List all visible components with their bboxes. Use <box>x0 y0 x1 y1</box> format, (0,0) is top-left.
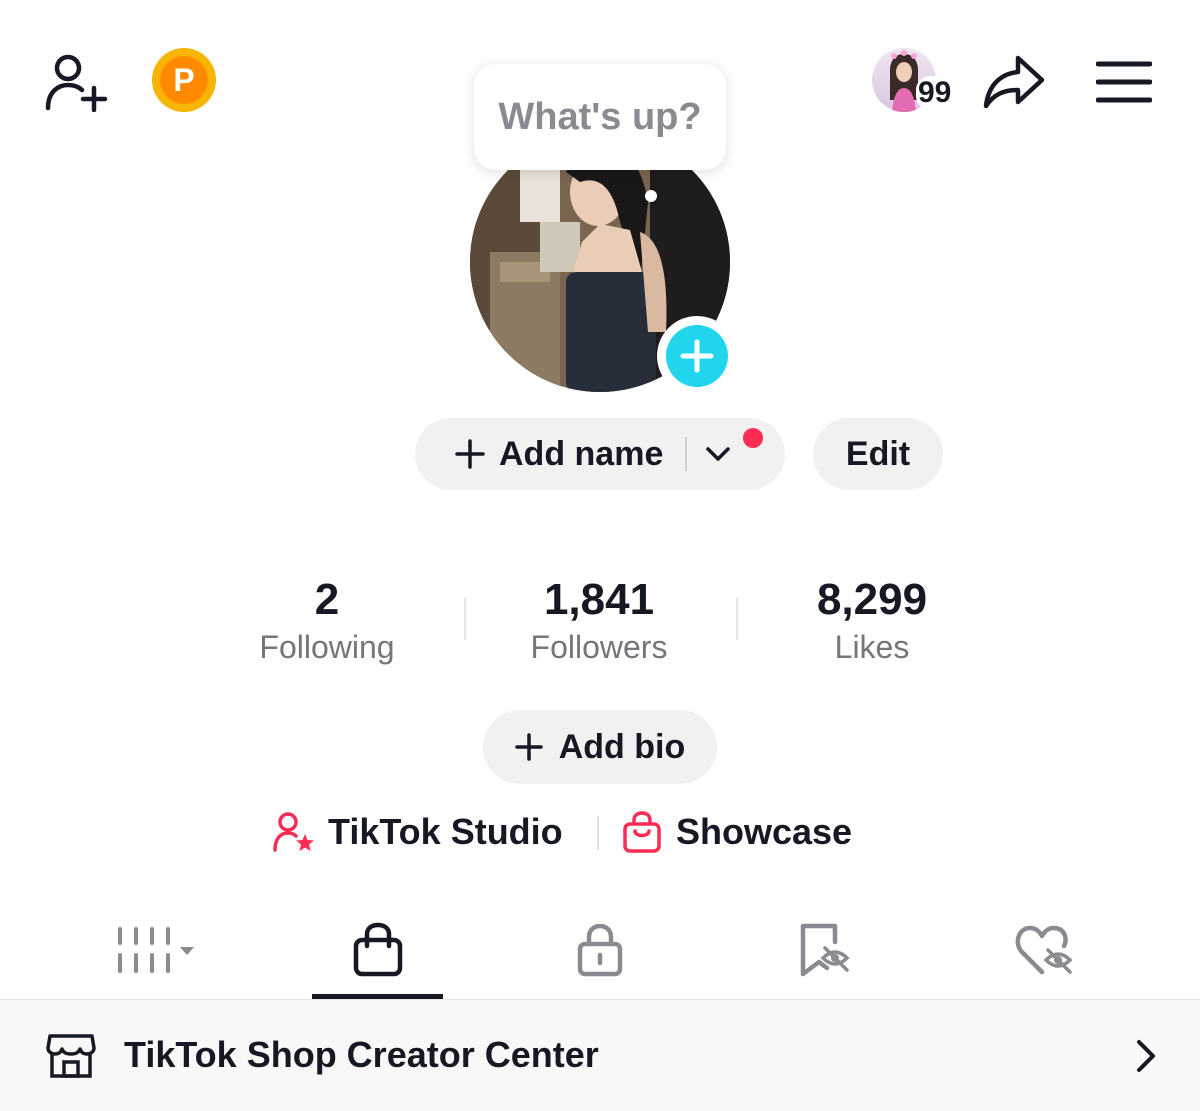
showcase-bag-icon <box>623 811 661 853</box>
creator-center-row[interactable]: TikTok Shop Creator Center <box>0 1000 1200 1111</box>
status-bubble-text: What's up? <box>498 95 702 138</box>
stat-divider <box>464 598 466 640</box>
tiktok-studio-label: TikTok Studio <box>328 811 563 852</box>
stat-value: 1,841 <box>543 575 655 624</box>
status-bubble-tail <box>645 190 657 202</box>
person-plus-icon <box>45 54 108 112</box>
plus-icon <box>455 439 485 469</box>
lock-icon <box>577 923 623 977</box>
showcase-label: Showcase <box>676 811 853 852</box>
share-arrow-icon <box>983 55 1045 109</box>
tools-divider <box>597 816 599 850</box>
share-button[interactable] <box>982 52 1046 110</box>
tab-saved[interactable] <box>770 910 880 990</box>
grid-videos-icon <box>118 927 194 973</box>
menu-button[interactable] <box>1096 60 1152 104</box>
notification-count-badge: 99 <box>916 76 954 110</box>
creator-center-label: TikTok Shop Creator Center <box>124 1034 599 1075</box>
points-coin-button[interactable]: P <box>152 48 216 112</box>
add-friend-button[interactable] <box>44 52 110 112</box>
tab-videos[interactable] <box>100 910 210 990</box>
stat-likes[interactable]: 8,299 Likes <box>752 574 992 668</box>
stat-following[interactable]: 2 Following <box>207 574 447 668</box>
chevron-down-icon[interactable] <box>705 445 731 463</box>
stat-label: Followers <box>530 629 668 665</box>
add-story-button[interactable] <box>657 316 737 396</box>
stat-followers[interactable]: 1,841 Followers <box>479 574 719 668</box>
edit-profile-button[interactable]: Edit <box>813 418 943 490</box>
stat-value: 8,299 <box>816 575 928 624</box>
storefront-icon <box>46 1034 96 1078</box>
chevron-right-icon <box>1137 1040 1155 1072</box>
tab-private[interactable] <box>545 910 655 990</box>
new-indicator-dot <box>743 428 763 448</box>
studio-person-star-icon <box>273 812 314 852</box>
hamburger-menu-icon <box>1096 61 1152 103</box>
plus-icon-circle <box>666 325 728 387</box>
plus-icon <box>514 733 543 761</box>
showcase-link[interactable]: Showcase <box>622 810 852 854</box>
points-coin-icon: P <box>160 56 208 104</box>
pill-divider <box>685 437 688 471</box>
add-bio-button[interactable]: Add bio <box>483 710 717 784</box>
tab-liked[interactable] <box>990 910 1100 990</box>
shopping-bag-icon <box>353 922 402 977</box>
stat-value: 2 <box>314 575 340 624</box>
add-name-label: Add name <box>499 434 664 473</box>
tab-shop[interactable] <box>312 910 443 990</box>
stat-label: Likes <box>834 629 910 665</box>
bookmark-hidden-icon <box>800 923 850 977</box>
plus-icon <box>680 339 714 373</box>
heart-hidden-icon <box>1015 925 1073 975</box>
stat-label: Following <box>259 629 395 665</box>
edit-label: Edit <box>845 434 911 473</box>
status-bubble[interactable]: What's up? <box>474 64 726 170</box>
add-bio-label: Add bio <box>558 727 686 766</box>
tiktok-studio-link[interactable]: TikTok Studio <box>272 810 563 854</box>
add-name-button[interactable]: Add name <box>415 418 785 490</box>
stat-divider <box>736 598 738 640</box>
